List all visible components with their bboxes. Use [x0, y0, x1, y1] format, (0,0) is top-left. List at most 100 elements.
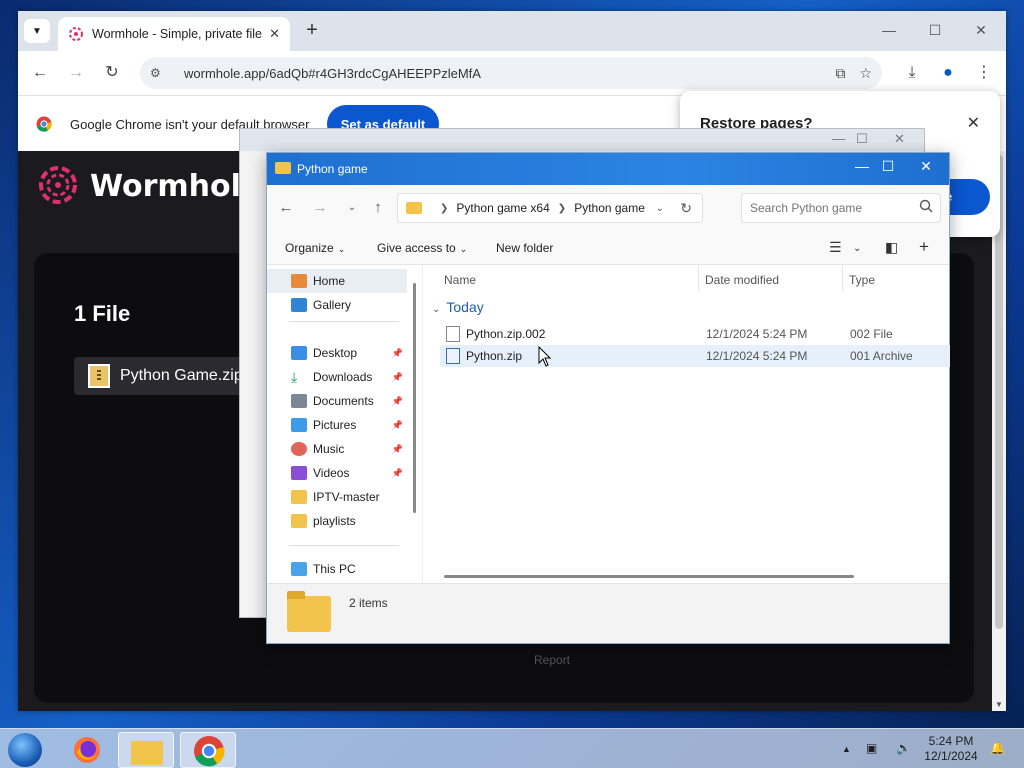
column-header-date[interactable]: Date modified — [705, 273, 779, 287]
breadcrumb-item[interactable]: Python game — [574, 201, 645, 215]
sidebar-item-pictures[interactable]: Pictures 📌 — [267, 413, 407, 437]
downloads-icon[interactable]: ⤓ — [900, 61, 924, 85]
tray-overflow-icon[interactable]: ▲ — [842, 744, 851, 754]
new-tab-button[interactable]: + — [300, 19, 324, 43]
item-count: 2 items — [349, 596, 388, 610]
file-list: Name Date modified Type ⌄ Today Python.zi… — [424, 265, 950, 583]
sidebar-scrollbar[interactable] — [413, 283, 416, 513]
site-settings-icon[interactable]: ⚙ — [150, 66, 170, 80]
explorer-close-button[interactable]: ✕ — [907, 158, 945, 175]
organize-button[interactable]: Organize ⌄ — [285, 241, 345, 255]
network-icon[interactable]: ▣ — [866, 741, 877, 755]
folder-icon — [291, 514, 307, 528]
zip-file-icon — [88, 364, 110, 388]
bg-minimize-icon[interactable]: — — [832, 131, 845, 146]
pictures-icon — [291, 418, 307, 432]
bookmark-star-icon[interactable]: ☆ — [859, 65, 872, 82]
sidebar-item-this-pc[interactable]: This PC — [267, 557, 407, 581]
view-dropdown-icon[interactable]: ⌄ — [853, 243, 861, 254]
url-text: wormhole.app/6adQb#r4GH3rdcCgAHEEPPzleMf… — [184, 65, 481, 81]
pin-icon: 📌 — [391, 371, 403, 382]
system-clock[interactable]: 5:24 PM 12/1/2024 — [922, 734, 980, 764]
refresh-icon[interactable]: ↻ — [680, 200, 692, 217]
home-icon — [291, 274, 307, 288]
pc-icon — [291, 562, 307, 576]
bg-maximize-icon[interactable]: ☐ — [856, 131, 868, 147]
download-icon: ⤓ — [291, 369, 298, 385]
sidebar-item-documents[interactable]: Documents 📌 — [267, 389, 407, 413]
breadcrumb-folder-icon — [406, 202, 422, 214]
sidebar-item-gallery[interactable]: Gallery — [267, 293, 407, 317]
sidebar-item-home[interactable]: Home — [267, 269, 407, 293]
tab-search-button[interactable]: ▼ — [24, 19, 50, 43]
sidebar-item-desktop[interactable]: Desktop 📌 — [267, 341, 407, 365]
preview-pane-icon[interactable]: ◧ — [885, 239, 898, 256]
sidebar-divider — [289, 545, 399, 546]
file-row[interactable]: Python.zip 12/1/2024 5:24 PM 001 Archive — [440, 345, 950, 367]
horizontal-scrollbar[interactable] — [444, 575, 854, 578]
tab-close-icon[interactable]: ✕ — [269, 26, 280, 42]
desktop-icon — [291, 346, 307, 360]
sidebar-item-downloads[interactable]: ⤓ Downloads 📌 — [267, 365, 407, 389]
tab-wormhole[interactable]: Wormhole - Simple, private file ✕ — [58, 17, 290, 51]
sidebar-item-playlists[interactable]: playlists — [267, 509, 407, 533]
column-header-type[interactable]: Type — [849, 273, 875, 287]
group-header-today[interactable]: ⌄ Today — [432, 299, 484, 315]
music-icon — [291, 442, 307, 456]
install-app-icon[interactable]: ⧉ — [835, 65, 845, 82]
scroll-down-icon[interactable]: ▼ — [992, 700, 1006, 709]
clock-time: 5:24 PM — [928, 734, 974, 748]
breadcrumb-item[interactable]: Python game x64 — [456, 201, 549, 215]
folder-icon — [287, 591, 331, 632]
new-folder-button[interactable]: New folder — [496, 241, 553, 255]
give-access-button[interactable]: Give access to ⌄ — [377, 241, 467, 255]
sidebar-item-videos[interactable]: Videos 📌 — [267, 461, 407, 485]
file-row[interactable]: Python.zip.002 12/1/2024 5:24 PM 002 Fil… — [440, 323, 950, 345]
forward-button[interactable]: → — [64, 61, 88, 85]
pin-icon: 📌 — [391, 419, 403, 430]
address-dropdown-icon[interactable]: ⌄ — [656, 203, 664, 214]
tab-title: Wormhole - Simple, private file — [92, 27, 262, 41]
bg-close-icon[interactable]: ✕ — [894, 131, 905, 147]
column-divider[interactable] — [842, 265, 843, 291]
restore-close-icon[interactable]: ✕ — [967, 113, 980, 133]
profile-icon[interactable]: ● — [936, 61, 960, 85]
sidebar-item-music[interactable]: Music 📌 — [267, 437, 407, 461]
sidebar-item-iptv-master[interactable]: IPTV-master — [267, 485, 407, 509]
new-item-icon[interactable]: + — [919, 237, 929, 257]
nav-back-icon[interactable]: ← — [275, 199, 297, 216]
report-link[interactable]: Report — [534, 653, 570, 667]
explorer-maximize-button[interactable]: ☐ — [869, 158, 907, 175]
address-bar[interactable]: ⚙ wormhole.app/6adQb#r4GH3rdcCgAHEEPPzle… — [140, 57, 882, 89]
reload-button[interactable]: ↻ — [100, 61, 124, 85]
start-button[interactable] — [8, 733, 42, 767]
taskbar-file-explorer[interactable] — [118, 732, 174, 768]
nav-up-icon[interactable]: ↑ — [367, 199, 389, 216]
volume-icon[interactable]: 🔈 — [896, 741, 911, 755]
wormhole-favicon-icon — [69, 27, 83, 41]
close-button[interactable]: ✕ — [958, 19, 1004, 43]
file-icon — [446, 326, 460, 342]
files-heading: 1 File — [74, 301, 131, 326]
file-name: Python Game.zip — [120, 367, 243, 384]
documents-icon — [291, 394, 307, 408]
recent-locations-icon[interactable]: ⌄ — [341, 202, 363, 213]
file-explorer-window: Python game — ☐ ✕ ← → ⌄ ↑ ❯ Python game … — [266, 152, 950, 644]
explorer-titlebar[interactable]: Python game — ☐ ✕ — [267, 153, 949, 185]
view-options-icon[interactable]: ☰ — [829, 239, 842, 256]
breadcrumb[interactable]: ❯ Python game x64 ❯ Python game ⌄ ↻ — [397, 193, 703, 223]
back-button[interactable]: ← — [28, 61, 52, 85]
menu-kebab-icon[interactable]: ⋮ — [972, 61, 996, 85]
pin-icon: 📌 — [391, 443, 403, 454]
browser-toolbar: ← → ↻ ⚙ wormhole.app/6adQb#r4GH3rdcCgAHE… — [18, 51, 1006, 95]
taskbar-chrome[interactable] — [180, 732, 236, 768]
notification-bell-icon[interactable]: 🔔 — [990, 741, 1005, 755]
maximize-button[interactable]: ☐ — [912, 19, 958, 43]
nav-forward-icon[interactable]: → — [309, 199, 331, 216]
taskbar-firefox[interactable] — [62, 732, 112, 768]
search-input[interactable] — [741, 193, 941, 223]
column-header-name[interactable]: Name — [444, 273, 476, 287]
minimize-button[interactable]: — — [866, 19, 912, 43]
background-window-titlebar[interactable] — [240, 129, 924, 151]
column-divider[interactable] — [698, 265, 699, 291]
